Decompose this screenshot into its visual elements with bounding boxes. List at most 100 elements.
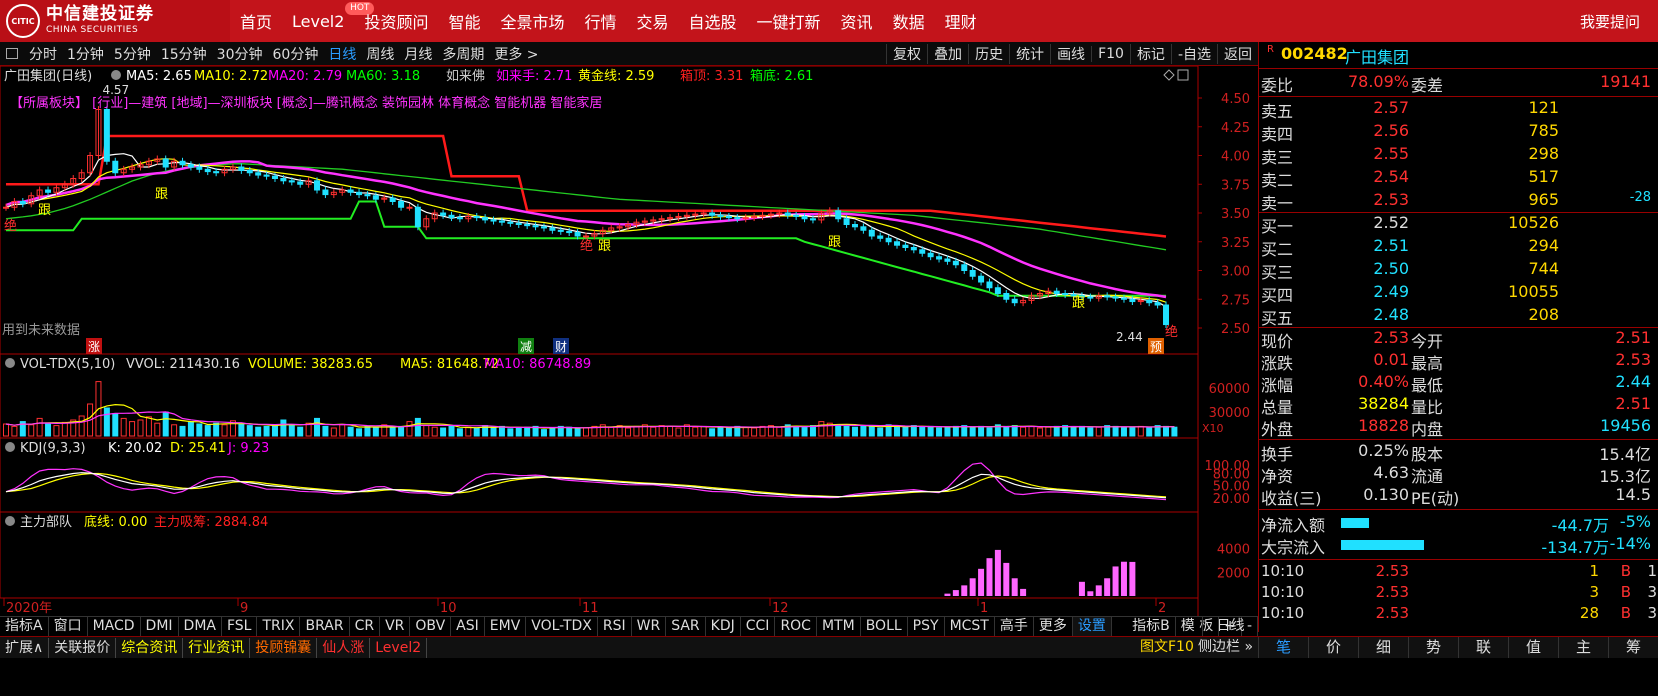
- period-tab-1[interactable]: 1分钟: [62, 44, 109, 64]
- period-tab-4[interactable]: 30分钟: [212, 44, 268, 64]
- indicator-tab-13[interactable]: VOL-TDX: [526, 617, 598, 636]
- quote-tab-2[interactable]: 细: [1358, 637, 1408, 658]
- nav-item-6[interactable]: 交易: [637, 9, 669, 33]
- panel-toggle-icon[interactable]: [6, 48, 18, 59]
- nav-item-3[interactable]: 智能: [448, 9, 480, 33]
- bottom-link-0[interactable]: 扩展∧: [0, 637, 50, 658]
- toolbar-button-2[interactable]: 历史: [968, 44, 1009, 64]
- indicator-tab-1[interactable]: 窗口: [49, 617, 88, 636]
- indicator-tab-5[interactable]: FSL: [222, 617, 258, 636]
- indicator-tab-18[interactable]: CCI: [741, 617, 776, 636]
- vol-dropdown-icon[interactable]: [5, 358, 15, 368]
- candle-body: [910, 247, 917, 251]
- nav-item-1[interactable]: Level2 HOT: [292, 1, 375, 31]
- flow-pct: -5%: [1619, 512, 1651, 531]
- volume-bar: [322, 425, 329, 437]
- quote-tab-1[interactable]: 价: [1308, 637, 1358, 658]
- toolbar-button-1[interactable]: 叠加: [927, 44, 968, 64]
- kdj-dropdown-icon[interactable]: [5, 442, 15, 452]
- indicator-tab-14[interactable]: RSI: [598, 617, 632, 636]
- legend-dropdown-icon[interactable]: [111, 70, 121, 80]
- bottom-link-2[interactable]: 综合资讯: [116, 637, 184, 658]
- maximize-icon[interactable]: [1177, 69, 1189, 81]
- toolbar-button-7[interactable]: -自选: [1170, 44, 1217, 64]
- indicator-tab-17[interactable]: KDJ: [706, 617, 741, 636]
- nav-item-10[interactable]: 数据: [893, 9, 925, 33]
- period-tab-2[interactable]: 5分钟: [109, 44, 156, 64]
- candle-body: [356, 191, 363, 196]
- indicator-tab-12[interactable]: EMV: [485, 617, 527, 636]
- bottom-link-4[interactable]: 投顾锦囊: [250, 637, 318, 658]
- bottom-link-1[interactable]: 关联报价: [49, 637, 117, 658]
- indicator-tab-19[interactable]: ROC: [775, 617, 817, 636]
- indicator-tab-4[interactable]: DMA: [179, 617, 222, 636]
- indicator-tab-23[interactable]: MCST: [945, 617, 995, 636]
- period-tab-5[interactable]: 60分钟: [268, 44, 324, 64]
- period-tab-10[interactable]: 更多 >: [489, 44, 543, 64]
- sidebar-toggle[interactable]: 侧边栏 »: [1198, 637, 1253, 657]
- volume-bar: [860, 425, 867, 437]
- toolbar-button-0[interactable]: 复权: [886, 44, 927, 64]
- indicator-tab-7[interactable]: BRAR: [300, 617, 350, 636]
- f10-link[interactable]: 图文F10: [1140, 637, 1194, 657]
- indicator-tab-0[interactable]: 指标A: [0, 617, 49, 636]
- nav-item-5[interactable]: 行情: [584, 9, 616, 33]
- kline-chart-area[interactable]: 4.50 4.25 4.00 3.75 3.50 3.25 3.00 2.75 2.50 4.57…: [0, 65, 1258, 616]
- indicator-tab-right-0[interactable]: 指标B: [1127, 617, 1176, 636]
- indicator-tab-16[interactable]: SAR: [666, 617, 706, 636]
- indicator-tab-25[interactable]: 更多: [1034, 617, 1073, 636]
- kline-chart[interactable]: 4.50 4.25 4.00 3.75 3.50 3.25 3.00 2.75 2.50 4.57…: [0, 65, 1258, 616]
- toolbar-button-5[interactable]: F10: [1091, 46, 1130, 62]
- period-tab-6[interactable]: 日线: [323, 44, 361, 64]
- indicator-tab-8[interactable]: CR: [350, 617, 381, 636]
- candle-body: [1053, 290, 1060, 294]
- quote-tab-0[interactable]: 笔: [1258, 637, 1308, 658]
- indicator-tab-20[interactable]: MTM: [817, 617, 861, 636]
- indicator-tab-3[interactable]: DMI: [141, 617, 179, 636]
- candle-body: [347, 189, 354, 193]
- toolbar-button-8[interactable]: 返回: [1217, 44, 1258, 64]
- main-force-dropdown-icon[interactable]: [5, 516, 15, 526]
- bottom-link-5[interactable]: 仙人涨: [317, 637, 371, 658]
- period-tab-9[interactable]: 多周期: [437, 44, 489, 64]
- nav-item-8[interactable]: 一键打新: [757, 9, 821, 33]
- stock-code: 002482: [1281, 44, 1348, 63]
- period-tab-3[interactable]: 15分钟: [156, 44, 212, 64]
- indicator-tab-9[interactable]: VR: [380, 617, 411, 636]
- nav-item-0[interactable]: 首页: [240, 9, 272, 33]
- indicator-tab-26[interactable]: 设置: [1072, 617, 1112, 636]
- bottom-link-6[interactable]: Level2: [370, 637, 428, 658]
- nav-item-2[interactable]: 投资顾问: [364, 9, 428, 33]
- bottom-link-3[interactable]: 行业资讯: [183, 637, 251, 658]
- indicator-tab-24[interactable]: 高手: [995, 617, 1034, 636]
- nav-item-4[interactable]: 全景市场: [500, 9, 564, 33]
- nav-item-9[interactable]: 资讯: [841, 9, 873, 33]
- indicator-tab-15[interactable]: WR: [632, 617, 667, 636]
- indicator-tab-6[interactable]: TRIX: [257, 617, 301, 636]
- brand-logo[interactable]: CITIC 中信建投证券 CHINA SECURITIES: [0, 0, 230, 42]
- quote-tab-7[interactable]: 筹: [1608, 637, 1658, 658]
- toolbar-button-3[interactable]: 统计: [1009, 44, 1050, 64]
- period-tab-8[interactable]: 月线: [399, 44, 437, 64]
- period-tab-0[interactable]: 分时: [24, 44, 62, 64]
- nav-item-label: 投资顾问: [364, 13, 429, 32]
- toolbar-button-4[interactable]: 画线: [1050, 44, 1091, 64]
- indicator-tab-21[interactable]: BOLL: [861, 617, 908, 636]
- ask-question-link[interactable]: 我要提问: [1580, 11, 1640, 32]
- toolbar-button-6[interactable]: 标记: [1129, 44, 1171, 64]
- main-legend-item-8: 箱底: 2.61: [750, 68, 813, 84]
- quote-tab-6[interactable]: 主: [1558, 637, 1608, 658]
- period-tab-7[interactable]: 周线: [361, 44, 399, 64]
- indicator-tab-2[interactable]: MACD: [88, 617, 141, 636]
- quote-tab-5[interactable]: 值: [1508, 637, 1558, 658]
- diamond-icon[interactable]: [1163, 69, 1175, 81]
- indicator-tab-10[interactable]: OBV: [410, 617, 452, 636]
- quote-tab-3[interactable]: 势: [1408, 637, 1458, 658]
- indicator-tab-11[interactable]: ASI: [451, 617, 485, 636]
- quote-tab-4[interactable]: 联: [1458, 637, 1508, 658]
- nav-item-7[interactable]: 自选股: [689, 9, 737, 33]
- day-period-button[interactable]: 日线: [1202, 616, 1258, 636]
- indicator-tab-22[interactable]: PSY: [908, 617, 945, 636]
- nav-item-11[interactable]: 理财: [945, 9, 977, 33]
- tick-time: 10:10: [1261, 604, 1305, 622]
